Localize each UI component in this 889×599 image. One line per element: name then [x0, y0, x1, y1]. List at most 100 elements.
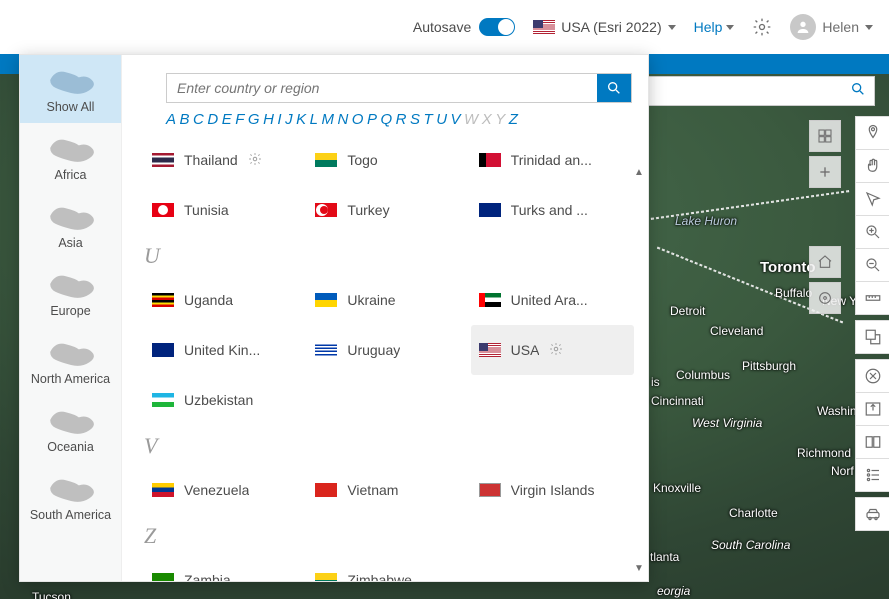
country-item-label: Turks and ... [511, 202, 588, 218]
alpha-link-r[interactable]: R [396, 111, 410, 128]
country-item-venezuela[interactable]: Venezuela [144, 465, 307, 515]
gear-icon[interactable] [549, 342, 563, 359]
alpha-link-c[interactable]: C [193, 111, 207, 128]
zoom-in-button[interactable] [809, 156, 841, 188]
share-tool-button[interactable] [855, 392, 889, 426]
gear-icon[interactable] [248, 152, 262, 169]
alpha-link-s[interactable]: S [410, 111, 424, 128]
country-list[interactable]: Thailand Togo Trinidad an... TunisiaTurkey T… [122, 135, 648, 581]
country-selector[interactable]: USA (Esri 2022) [533, 19, 675, 35]
alpha-link-n[interactable]: N [337, 111, 351, 128]
alpha-link-f[interactable]: F [235, 111, 248, 128]
country-search-button[interactable] [597, 74, 631, 102]
sidebar-item-africa[interactable]: Africa [20, 123, 121, 191]
alpha-link-k[interactable]: K [296, 111, 310, 128]
section-header-v: V [144, 433, 634, 459]
alpha-link-u[interactable]: U [436, 111, 450, 128]
country-item-uzbekistan[interactable]: Uzbekistan [144, 375, 307, 425]
country-item-label: Uzbekistan [184, 392, 253, 408]
scroll-up-icon[interactable]: ▲ [632, 165, 646, 179]
country-item-virgin-islands[interactable]: Virgin Islands [471, 465, 634, 515]
country-item-vietnam[interactable]: Vietnam [307, 465, 470, 515]
alpha-link-l[interactable]: L [310, 111, 322, 128]
country-item-united-ara[interactable]: United Ara... [471, 275, 634, 325]
sidebar-item-show-all[interactable]: Show All [20, 55, 121, 123]
sidebar-item-europe[interactable]: Europe [20, 259, 121, 327]
map-label: Norf [831, 464, 854, 478]
flag-icon [152, 203, 174, 217]
country-item-zambia[interactable]: Zambia [144, 555, 307, 581]
legend-tool-button[interactable] [855, 458, 889, 492]
zoom-out-tool-button[interactable] [855, 248, 889, 282]
select-tool-button[interactable] [855, 182, 889, 216]
alpha-link-a[interactable]: A [166, 111, 180, 128]
country-item-usa[interactable]: USA [471, 325, 634, 375]
map-label: Detroit [670, 304, 705, 318]
clear-tool-button[interactable] [855, 359, 889, 393]
country-item-label: Thailand [184, 152, 238, 168]
help-menu[interactable]: Help [694, 19, 735, 35]
find-similar-button[interactable] [855, 320, 889, 354]
country-item-label: United Kin... [184, 342, 260, 358]
country-item-turks-and[interactable]: Turks and ... [471, 185, 634, 235]
country-item-tunisia[interactable]: Tunisia [144, 185, 307, 235]
settings-button[interactable] [752, 17, 772, 37]
country-item-ukraine[interactable]: Ukraine [307, 275, 470, 325]
alpha-link-z[interactable]: Z [509, 111, 522, 128]
flag-icon [479, 483, 501, 497]
alpha-link-j[interactable]: J [285, 111, 296, 128]
country-item-united-kin[interactable]: United Kin... [144, 325, 307, 375]
sidebar-item-oceania[interactable]: Oceania [20, 395, 121, 463]
pin-tool-button[interactable] [855, 116, 889, 150]
alpha-link-e[interactable]: E [222, 111, 236, 128]
country-item-label: Zimbabwe [347, 572, 412, 581]
autosave-toggle[interactable] [479, 18, 515, 36]
country-item-togo[interactable]: Togo [307, 135, 470, 185]
map-label: West Virginia [692, 416, 762, 430]
sidebar-item-label: Africa [55, 168, 87, 182]
alpha-link-x: X [482, 111, 496, 128]
pan-tool-button[interactable] [855, 149, 889, 183]
drive-time-button[interactable] [855, 497, 889, 531]
alpha-link-v[interactable]: V [451, 111, 465, 128]
country-item-trinidad-an[interactable]: Trinidad an... [471, 135, 634, 185]
country-item-label: Venezuela [184, 482, 249, 498]
map-label: Lake Huron [675, 214, 737, 228]
sidebar-item-north-america[interactable]: North America [20, 327, 121, 395]
section-header-u: U [144, 243, 634, 269]
alpha-link-i[interactable]: I [277, 111, 285, 128]
flag-icon [315, 153, 337, 167]
alpha-link-p[interactable]: P [367, 111, 381, 128]
measure-tool-button[interactable] [855, 281, 889, 315]
country-search-input[interactable] [167, 74, 597, 102]
country-item-thailand[interactable]: Thailand [144, 135, 307, 185]
country-item-label: Uruguay [347, 342, 400, 358]
map-label: eorgia [657, 584, 690, 598]
sidebar-item-south-america[interactable]: South America [20, 463, 121, 531]
alpha-link-g[interactable]: G [248, 111, 263, 128]
country-item-turkey[interactable]: Turkey [307, 185, 470, 235]
country-item-label: Trinidad an... [511, 152, 592, 168]
search-icon[interactable] [850, 81, 866, 102]
user-menu[interactable]: Helen [790, 14, 873, 40]
home-extent-button[interactable] [809, 246, 841, 278]
country-item-uruguay[interactable]: Uruguay [307, 325, 470, 375]
alpha-link-o[interactable]: O [352, 111, 367, 128]
alpha-link-b[interactable]: B [180, 111, 194, 128]
sidebar-item-asia[interactable]: Asia [20, 191, 121, 259]
alpha-link-t[interactable]: T [424, 111, 437, 128]
country-item-zimbabwe[interactable]: Zimbabwe [307, 555, 470, 581]
country-item-uganda[interactable]: Uganda [144, 275, 307, 325]
country-item-label: United Ara... [511, 292, 588, 308]
flag-icon [479, 203, 501, 217]
alpha-link-d[interactable]: D [207, 111, 221, 128]
zoom-in-tool-button[interactable] [855, 215, 889, 249]
basemap-button[interactable] [809, 120, 841, 152]
alpha-link-q[interactable]: Q [380, 111, 395, 128]
alpha-link-h[interactable]: H [263, 111, 277, 128]
swipe-tool-button[interactable] [855, 425, 889, 459]
locate-button[interactable] [809, 282, 841, 314]
alpha-link-m[interactable]: M [321, 111, 337, 128]
scroll-down-icon[interactable]: ▼ [632, 561, 646, 575]
map-label: Buffalo [775, 286, 812, 300]
